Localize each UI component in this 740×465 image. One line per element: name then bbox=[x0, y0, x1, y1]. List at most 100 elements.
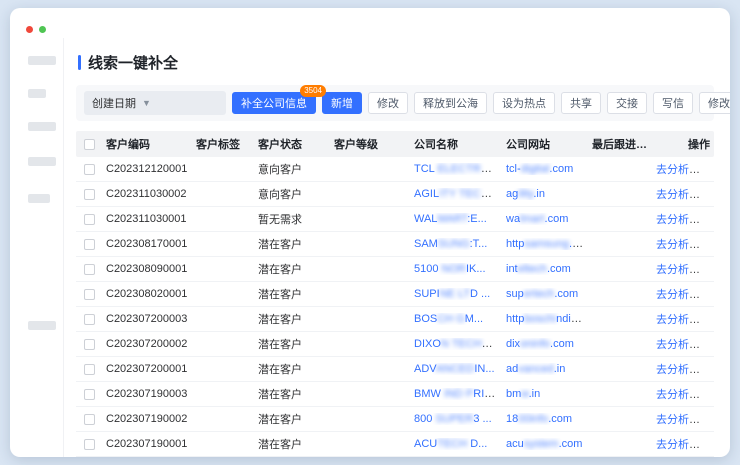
company-name-link[interactable]: WALMART:E... bbox=[414, 213, 487, 225]
select-all-checkbox[interactable] bbox=[84, 139, 95, 150]
company-name-link-redacted: ITY TEC bbox=[439, 188, 481, 200]
company-name-link[interactable]: DIXON TECHNO... bbox=[414, 338, 502, 350]
row-checkbox[interactable] bbox=[84, 414, 95, 425]
sidebar-skeleton-item[interactable] bbox=[28, 56, 56, 65]
company-name-link[interactable]: 800 SUPER3 ... bbox=[414, 413, 492, 425]
analyze-customer-link[interactable]: 去分析客户 bbox=[656, 189, 711, 201]
company-website-link-visible-prefix: ag bbox=[506, 188, 518, 200]
row-checkbox[interactable] bbox=[84, 189, 95, 200]
company-website-link[interactable]: walmart.com bbox=[506, 213, 568, 225]
company-name-link[interactable]: AGILITY TECHN... bbox=[414, 188, 502, 200]
row-checkbox[interactable] bbox=[84, 389, 95, 400]
sidebar-skeleton-item[interactable] bbox=[28, 89, 46, 98]
company-website-link-visible-prefix: dix bbox=[506, 338, 520, 350]
customer-status-cell: 暂无需求 bbox=[254, 211, 330, 227]
analyze-customer-link[interactable]: 去分析客户 bbox=[656, 289, 711, 301]
company-name-link[interactable]: BMW IND PRIV... bbox=[414, 388, 500, 400]
company-website-link[interactable]: bmw.in bbox=[506, 388, 540, 400]
row-checkbox[interactable] bbox=[84, 214, 95, 225]
company-website-link[interactable]: dixoninfo.com bbox=[506, 338, 574, 350]
company-website-link-cell: agility.in bbox=[502, 188, 588, 200]
company-website-link[interactable]: acusystem.com bbox=[506, 438, 582, 450]
company-name-link-redacted: SUPER bbox=[435, 413, 473, 425]
company-website-link-visible-suffix: .com bbox=[550, 338, 574, 350]
company-name-link[interactable]: SAMSUNG:T... bbox=[414, 238, 487, 250]
company-website-link-visible-prefix: int bbox=[506, 263, 518, 275]
write-email-button[interactable]: 写信 bbox=[653, 92, 693, 114]
customer-code-cell: C202307190001 bbox=[102, 438, 192, 450]
customer-status-cell: 潜在客户 bbox=[254, 286, 330, 302]
analyze-customer-link[interactable]: 去分析客户 bbox=[656, 314, 711, 326]
row-checkbox[interactable] bbox=[84, 289, 95, 300]
row-checkbox[interactable] bbox=[84, 239, 95, 250]
company-website-link[interactable]: inteltech.com bbox=[506, 263, 571, 275]
analyze-customer-link[interactable]: 去分析客户 bbox=[656, 364, 711, 376]
complete-company-info-button[interactable]: 补全公司信息 3504 bbox=[232, 92, 316, 114]
company-website-link[interactable]: httpsamsung.com bbox=[506, 238, 588, 250]
row-checkbox[interactable] bbox=[84, 439, 95, 450]
company-website-link[interactable]: agility.in bbox=[506, 188, 545, 200]
company-name-link[interactable]: BOSCH GM... bbox=[414, 313, 483, 325]
customer-code-cell: C202307190003 bbox=[102, 388, 192, 400]
company-name-link-cell: 800 SUPER3 ... bbox=[410, 413, 502, 425]
window-maximize-dot[interactable] bbox=[39, 26, 46, 33]
modify-button[interactable]: 修改 bbox=[368, 92, 408, 114]
company-name-link-cell: AGILITY TECHN... bbox=[410, 188, 502, 200]
company-website-link[interactable]: tcl-digital.com bbox=[506, 163, 573, 175]
company-name-link-visible-suffix: IK... bbox=[466, 263, 486, 275]
company-name-link[interactable]: ACUTECH D... bbox=[414, 438, 487, 450]
action-cell: 去分析客户 bbox=[652, 186, 714, 202]
modify-status-button[interactable]: 修改状态 bbox=[699, 92, 730, 114]
analyze-customer-link[interactable]: 去分析客户 bbox=[656, 389, 711, 401]
company-name-link[interactable]: ADVANCEDIN... bbox=[414, 363, 495, 375]
release-to-public-pool-button[interactable]: 释放到公海 bbox=[414, 92, 487, 114]
add-button[interactable]: 新增 bbox=[322, 92, 362, 114]
table-row: C202308090001潜在客户5100 NORIK...inteltech.… bbox=[76, 257, 714, 282]
row-checkbox[interactable] bbox=[84, 314, 95, 325]
company-website-link[interactable]: supertech.com bbox=[506, 288, 578, 300]
company-name-link-cell: BOSCH GM... bbox=[410, 313, 502, 325]
handover-button[interactable]: 交接 bbox=[607, 92, 647, 114]
company-website-link-visible-prefix: tcl- bbox=[506, 163, 521, 175]
company-name-link[interactable]: SUPINE LTD ... bbox=[414, 288, 490, 300]
company-website-link-visible-suffix: .com bbox=[559, 438, 583, 450]
row-checkbox[interactable] bbox=[84, 164, 95, 175]
analyze-customer-link[interactable]: 去分析客户 bbox=[656, 239, 711, 251]
date-filter-select[interactable]: 创建日期 ▼ bbox=[84, 91, 226, 115]
table-body: C202312120001意向客户TCL ELECTREC...tcl-digi… bbox=[76, 157, 714, 457]
company-name-link[interactable]: TCL ELECTREC... bbox=[414, 163, 502, 175]
set-as-hotspot-button[interactable]: 设为热点 bbox=[493, 92, 555, 114]
row-checkbox[interactable] bbox=[84, 364, 95, 375]
company-website-link-visible-suffix: .in bbox=[533, 188, 545, 200]
analyze-customer-link[interactable]: 去分析客户 bbox=[656, 214, 711, 226]
row-checkbox[interactable] bbox=[84, 339, 95, 350]
sidebar-skeleton-item[interactable] bbox=[28, 194, 50, 203]
sidebar-skeleton-item[interactable] bbox=[28, 157, 56, 166]
company-name-link-redacted: CH G bbox=[437, 313, 465, 325]
analyze-customer-link[interactable]: 去分析客户 bbox=[656, 164, 711, 176]
company-name-link-redacted: MART bbox=[437, 213, 467, 225]
company-name-link[interactable]: 5100 NORIK... bbox=[414, 263, 486, 275]
company-website-link[interactable]: 1800info.com bbox=[506, 413, 572, 425]
sidebar-skeleton-item[interactable] bbox=[28, 321, 56, 330]
share-button[interactable]: 共享 bbox=[561, 92, 601, 114]
analyze-customer-link[interactable]: 去分析客户 bbox=[656, 264, 711, 276]
company-website-link-visible-suffix: .in bbox=[529, 388, 541, 400]
company-name-link-visible-prefix: WAL bbox=[414, 213, 437, 225]
select-all-cell bbox=[76, 139, 102, 150]
row-checkbox[interactable] bbox=[84, 264, 95, 275]
sidebar-skeleton-item[interactable] bbox=[28, 122, 56, 131]
company-website-link[interactable]: advanced.in bbox=[506, 363, 565, 375]
table-row: C202307190003潜在客户BMW IND PRIV...bmw.in去分… bbox=[76, 382, 714, 407]
customer-status-cell: 意向客户 bbox=[254, 186, 330, 202]
company-website-link[interactable]: httpboschindia... bbox=[506, 313, 586, 325]
company-website-link-cell: walmart.com bbox=[502, 213, 588, 225]
company-name-link-visible-suffix: D ... bbox=[470, 288, 490, 300]
action-cell: 去分析客户 bbox=[652, 411, 714, 427]
window-close-dot[interactable] bbox=[26, 26, 33, 33]
customer-code-cell: C202308090001 bbox=[102, 263, 192, 275]
analyze-customer-link[interactable]: 去分析客户 bbox=[656, 339, 711, 351]
sidebar bbox=[10, 38, 64, 457]
analyze-customer-link[interactable]: 去分析客户 bbox=[656, 439, 711, 451]
analyze-customer-link[interactable]: 去分析客户 bbox=[656, 414, 711, 426]
